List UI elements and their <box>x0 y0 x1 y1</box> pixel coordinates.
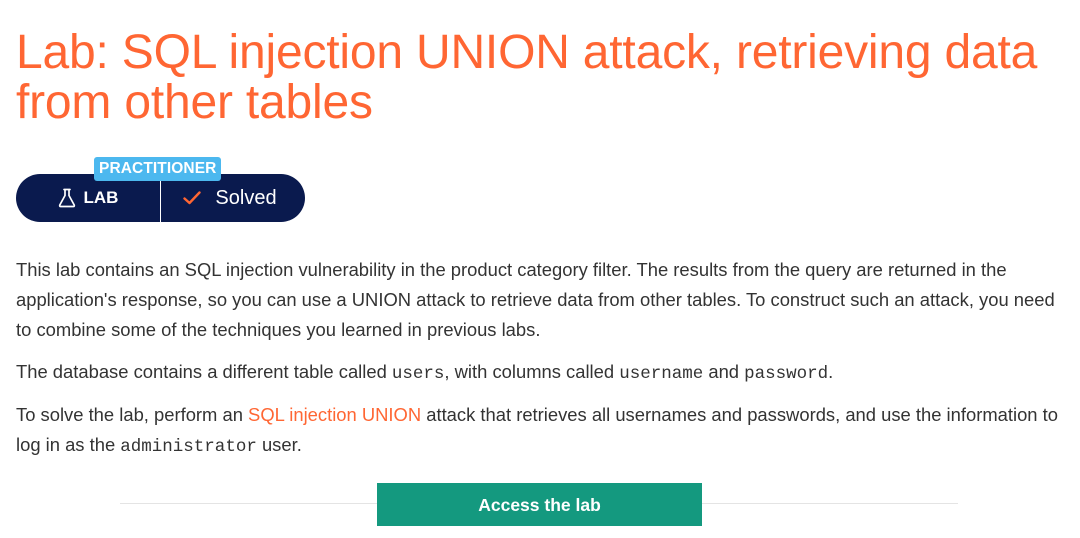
sql-injection-union-link[interactable]: SQL injection UNION <box>248 404 421 425</box>
lab-status-label: Solved <box>215 186 277 209</box>
text-segment: , with columns called <box>444 361 620 382</box>
lab-badge: PRACTITIONER LAB Solved <box>16 157 306 223</box>
text-segment: To solve the lab, perform an <box>16 404 249 425</box>
lab-description: This lab contains an SQL injection vulne… <box>16 255 1066 474</box>
access-lab-button[interactable]: Access the lab <box>377 483 702 526</box>
description-paragraph-2: The database contains a different table … <box>16 357 1066 389</box>
text-segment: The database contains a different table … <box>16 361 392 382</box>
text-segment: and <box>703 361 745 382</box>
lab-page: Lab: SQL injection UNION attack, retriev… <box>0 0 1080 538</box>
flask-icon <box>58 188 76 208</box>
text-segment: user. <box>256 434 302 455</box>
text-segment: . <box>828 361 834 382</box>
description-paragraph-1: This lab contains an SQL injection vulne… <box>16 259 1055 340</box>
description-paragraph-3: To solve the lab, perform an SQL injecti… <box>16 400 1066 462</box>
code-administrator: administrator <box>120 437 257 457</box>
lab-type-label: LAB <box>83 188 119 207</box>
code-username: username <box>619 364 704 384</box>
check-icon <box>183 191 202 205</box>
level-badge: PRACTITIONER <box>94 157 222 181</box>
lab-status: Solved <box>161 174 305 222</box>
page-title: Lab: SQL injection UNION attack, retriev… <box>16 26 1038 129</box>
code-users: users <box>391 364 445 384</box>
lab-status-pill: LAB Solved <box>16 174 305 222</box>
lab-type: LAB <box>16 174 161 222</box>
code-password: password <box>744 364 829 384</box>
